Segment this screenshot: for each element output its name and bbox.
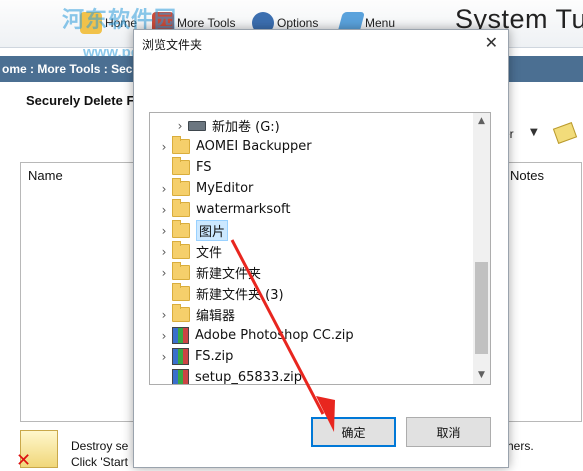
chevron-down-icon[interactable]: ▼: [530, 127, 538, 138]
folder-icon: [172, 199, 190, 217]
tree-item[interactable]: › watermarksoft: [156, 199, 476, 220]
zip-file-icon: [172, 369, 189, 384]
tree-item-label: 新建文件夹 (3): [196, 288, 284, 303]
section-title: Securely Delete F: [26, 93, 135, 108]
tree-item[interactable]: › AOMEI Backupper: [156, 136, 476, 157]
delete-x-icon: ✕: [16, 450, 32, 471]
tree-item[interactable]: › 编辑器: [156, 304, 476, 325]
scroll-thumb[interactable]: [475, 262, 488, 354]
tree-item[interactable]: FS: [156, 157, 476, 178]
tree-item-label: FS.zip: [195, 349, 234, 364]
tree-item[interactable]: › Adobe Photoshop CC.zip: [156, 325, 476, 346]
zip-file-icon: [172, 348, 189, 365]
folder-icon: [172, 304, 190, 322]
tree-item-label: FS: [196, 160, 212, 175]
browse-folder-dialog: 浏览文件夹 ✕ › 新加卷 (G:) › AOMEI Backupper FS › MyEd…: [133, 29, 509, 468]
chevron-right-icon[interactable]: ›: [156, 245, 172, 259]
vertical-scrollbar[interactable]: ▲ ▼: [473, 113, 490, 384]
tree-item-label: Adobe Photoshop CC.zip: [195, 328, 354, 343]
tree-item[interactable]: › FS.zip: [156, 346, 476, 367]
options-label: Options: [277, 16, 319, 30]
chevron-right-icon[interactable]: ›: [156, 350, 172, 364]
folder-icon: [172, 178, 190, 196]
chevron-right-icon[interactable]: ›: [156, 140, 172, 154]
chevron-right-icon[interactable]: ›: [156, 224, 172, 238]
tree-item-label: 编辑器: [196, 309, 236, 324]
folder-icon: [172, 241, 190, 259]
cancel-button[interactable]: 取消: [406, 417, 491, 447]
chevron-right-icon[interactable]: ›: [156, 182, 172, 196]
scroll-up-icon[interactable]: ▲: [473, 113, 490, 130]
tree-item-drive[interactable]: › 新加卷 (G:): [172, 115, 490, 136]
tree-item-label: setup_65833.zip: [195, 370, 303, 385]
drive-icon: [188, 120, 206, 131]
ok-button[interactable]: 确定: [311, 417, 396, 447]
eraser-icon[interactable]: [552, 122, 578, 144]
dialog-title: 浏览文件夹: [142, 38, 203, 52]
chevron-right-icon[interactable]: ›: [156, 203, 172, 217]
tree-item-label: 新加卷 (G:): [212, 120, 280, 135]
folder-icon: [172, 157, 190, 175]
zip-file-icon: [172, 327, 189, 344]
scroll-down-icon[interactable]: ▼: [473, 367, 490, 384]
chevron-right-icon[interactable]: ›: [172, 119, 188, 133]
tree-item-label: 新建文件夹: [196, 267, 262, 282]
folder-icon: [172, 220, 190, 238]
column-header-notes[interactable]: Notes: [510, 168, 544, 183]
tree-item-label: AOMEI Backupper: [196, 139, 312, 154]
tree-item[interactable]: › 图片: [156, 220, 476, 241]
tree-item-label: MyEditor: [196, 181, 254, 196]
tree-item[interactable]: › 新建文件夹: [156, 262, 476, 283]
chevron-right-icon[interactable]: ›: [156, 329, 172, 343]
folder-tree[interactable]: › 新加卷 (G:) › AOMEI Backupper FS › MyEditor › wat…: [149, 112, 491, 385]
folder-icon: [172, 262, 190, 280]
tree-item[interactable]: 新建文件夹 (3): [156, 283, 476, 304]
column-header-name[interactable]: Name: [28, 168, 63, 183]
more-tools-label: More Tools: [177, 16, 236, 30]
chevron-right-icon[interactable]: ›: [156, 266, 172, 280]
tree-item-label: watermarksoft: [196, 202, 291, 217]
tree-item[interactable]: setup_65833.zip: [156, 367, 476, 385]
tree-item[interactable]: › MyEditor: [156, 178, 476, 199]
menu-label: Menu: [365, 16, 396, 30]
folder-icon: [172, 136, 190, 154]
chevron-right-icon[interactable]: ›: [156, 308, 172, 322]
tree-item-label: 图片: [196, 220, 229, 241]
tree-item[interactable]: › 文件: [156, 241, 476, 262]
tree-item-label: 文件: [196, 246, 223, 261]
folder-icon: [172, 283, 190, 301]
info-text-line1: Destroy se: [71, 439, 129, 453]
close-icon[interactable]: ✕: [485, 33, 498, 52]
info-text-line2: Click 'Start: [71, 455, 128, 469]
info-text-right: hers.: [507, 439, 534, 453]
